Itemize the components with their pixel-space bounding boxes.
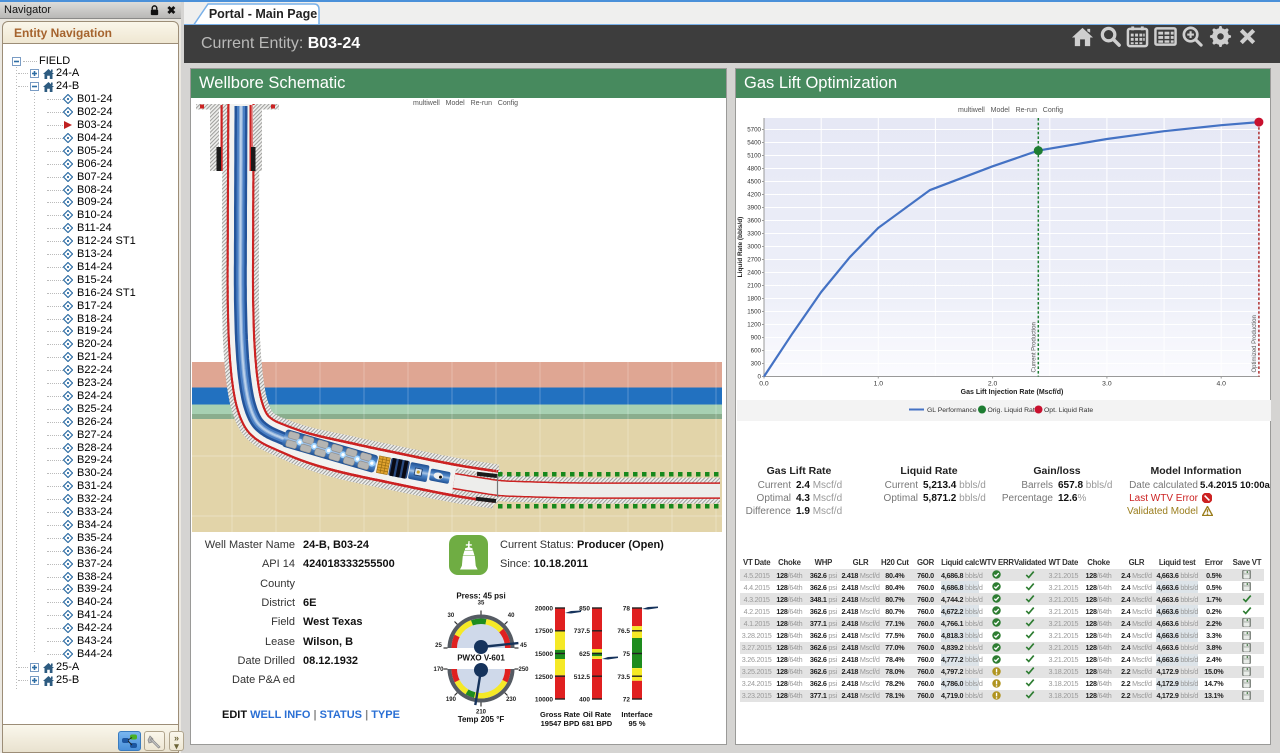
svg-text:250: 250 (518, 667, 529, 673)
svg-text:30: 30 (448, 613, 455, 619)
svg-text:PWXO V-601: PWXO V-601 (457, 654, 505, 663)
svg-text:230: 230 (506, 697, 517, 703)
svg-text:75: 75 (623, 651, 631, 658)
svg-text:Gross Rate: Gross Rate (540, 710, 580, 719)
svg-text:681 BPD: 681 BPD (582, 719, 613, 728)
svg-text:Oil Rate: Oil Rate (583, 710, 611, 719)
svg-text:73.5: 73.5 (617, 674, 630, 681)
svg-text:95 %: 95 % (628, 719, 645, 728)
svg-text:625: 625 (579, 651, 590, 658)
svg-text:25: 25 (435, 643, 442, 649)
svg-text:400: 400 (579, 697, 590, 704)
svg-text:170: 170 (433, 667, 444, 673)
svg-text:17500: 17500 (535, 628, 553, 635)
svg-text:Interface: Interface (621, 710, 652, 719)
svg-text:19547 BPD: 19547 BPD (541, 719, 580, 728)
svg-text:Temp 205 °F: Temp 205 °F (458, 715, 505, 724)
svg-text:76.5: 76.5 (617, 628, 630, 635)
svg-text:190: 190 (446, 697, 457, 703)
svg-text:45: 45 (520, 643, 527, 649)
svg-text:72: 72 (623, 697, 631, 704)
svg-text:512.5: 512.5 (574, 674, 591, 681)
svg-text:78: 78 (623, 606, 631, 613)
svg-text:737.5: 737.5 (574, 628, 591, 635)
svg-text:850: 850 (579, 606, 590, 613)
svg-text:10000: 10000 (535, 697, 553, 704)
svg-text:40: 40 (508, 613, 515, 619)
svg-text:35: 35 (478, 601, 485, 607)
svg-text:15000: 15000 (535, 651, 553, 658)
svg-text:20000: 20000 (535, 606, 553, 613)
svg-text:12500: 12500 (535, 674, 553, 681)
svg-text:Press: 45 psi: Press: 45 psi (456, 592, 505, 601)
